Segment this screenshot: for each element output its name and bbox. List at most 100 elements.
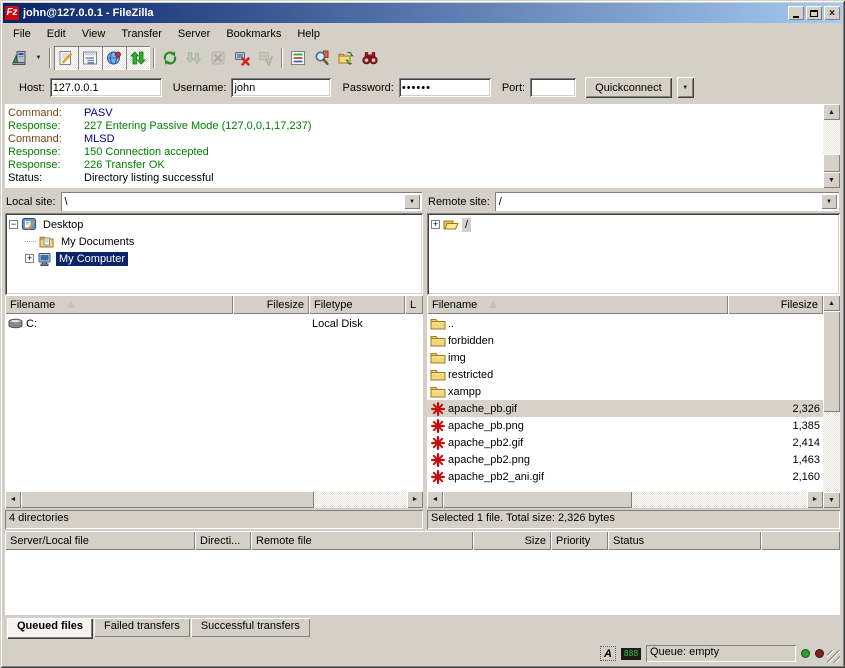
file-row-item[interactable]: .. xyxy=(427,315,823,332)
message-log-scrollbar[interactable]: ▲ ▼ xyxy=(823,104,840,188)
title-bar[interactable]: Fz john@127.0.0.1 - FileZilla × xyxy=(3,3,842,23)
scroll-up-button[interactable]: ▲ xyxy=(823,295,840,311)
close-button[interactable]: × xyxy=(824,6,840,20)
column-header-filesize[interactable]: Filesize xyxy=(233,295,309,314)
tab-failed-transfers[interactable]: Failed transfers xyxy=(94,618,190,637)
speed-limit-indicator[interactable]: 888 xyxy=(621,648,641,660)
remote-list-hscrollbar[interactable]: ◄ ► xyxy=(427,491,823,508)
column-header-filename[interactable]: Filename xyxy=(5,295,233,314)
column-header-priority[interactable]: Priority xyxy=(551,531,608,550)
column-header-directi[interactable]: Directi... xyxy=(195,531,251,550)
scrollbar-thumb[interactable] xyxy=(443,491,632,508)
file-row-restricted[interactable]: restricted xyxy=(427,366,823,383)
scroll-left-button[interactable]: ◄ xyxy=(5,491,21,508)
reconnect-button[interactable] xyxy=(254,46,278,70)
refresh-button[interactable] xyxy=(158,46,182,70)
column-header-filetype[interactable]: Filetype xyxy=(309,295,405,314)
toggle-remote-tree-button[interactable] xyxy=(102,46,126,70)
find-files-button[interactable] xyxy=(358,46,382,70)
quickconnect-button[interactable]: Quickconnect xyxy=(585,77,672,98)
column-header-remote-file[interactable]: Remote file xyxy=(251,531,473,550)
tab-successful-transfers[interactable]: Successful transfers xyxy=(191,618,310,637)
expand-icon[interactable]: + xyxy=(25,254,34,263)
menu-bookmarks[interactable]: Bookmarks xyxy=(218,25,289,43)
site-manager-button-dropdown[interactable]: ▼ xyxy=(31,46,46,70)
file-row-apache-pb-gif[interactable]: apache_pb.gif2,326 xyxy=(427,400,823,417)
menu-server[interactable]: Server xyxy=(170,25,218,43)
column-header-filename[interactable]: Filename xyxy=(427,295,728,314)
combo-dropdown-button[interactable]: ▼ xyxy=(404,194,420,209)
toggle-transfer-queue-button[interactable] xyxy=(126,46,150,70)
menu-view[interactable]: View xyxy=(74,25,114,43)
file-row-apache-pb-png[interactable]: apache_pb.png1,385 xyxy=(427,417,823,434)
my-computer-icon xyxy=(37,251,53,267)
column-header-size[interactable]: Size xyxy=(473,531,551,550)
file-row-forbidden[interactable]: forbidden xyxy=(427,332,823,349)
file-row-img[interactable]: img xyxy=(427,349,823,366)
column-header-filesize[interactable]: Filesize xyxy=(728,295,823,314)
tree-item-my-documents[interactable]: My Documents xyxy=(7,233,421,250)
password-input[interactable] xyxy=(399,78,491,97)
expand-icon[interactable]: + xyxy=(431,220,440,229)
synchronized-browsing-button[interactable] xyxy=(334,46,358,70)
tree-item-my-computer[interactable]: +My Computer xyxy=(7,250,421,267)
menu-transfer[interactable]: Transfer xyxy=(113,25,170,43)
column-header-server-local-file[interactable]: Server/Local file xyxy=(5,531,195,550)
host-input[interactable] xyxy=(50,78,162,97)
cell-filesize: 2,160 xyxy=(728,471,823,483)
directory-listing-button[interactable] xyxy=(286,46,310,70)
resize-grip[interactable] xyxy=(827,650,840,663)
combo-dropdown-button[interactable]: ▼ xyxy=(821,194,837,209)
menu-edit[interactable]: Edit xyxy=(39,25,74,43)
port-input[interactable] xyxy=(530,78,576,97)
local-site-combobox[interactable]: \ ▼ xyxy=(61,192,422,211)
file-search-button[interactable] xyxy=(310,46,334,70)
column-header-status[interactable]: Status xyxy=(608,531,761,550)
scrollbar-thumb[interactable] xyxy=(823,311,840,412)
scrollbar-thumb[interactable] xyxy=(823,154,840,172)
scrollbar-thumb[interactable] xyxy=(21,491,314,508)
remote-list-vscrollbar[interactable]: ▲ ▼ xyxy=(823,295,840,508)
site-manager-button[interactable] xyxy=(7,46,31,70)
scroll-down-button[interactable]: ▼ xyxy=(823,492,840,508)
transfer-type-indicator[interactable]: A xyxy=(600,646,616,661)
scroll-left-button[interactable]: ◄ xyxy=(427,491,443,508)
local-list-hscrollbar[interactable]: ◄ ► xyxy=(5,491,423,508)
maximize-button[interactable] xyxy=(806,6,822,20)
minimize-button[interactable] xyxy=(788,6,804,20)
toggle-local-tree-button[interactable] xyxy=(78,46,102,70)
activity-led-red xyxy=(815,649,824,658)
scrollbar-track[interactable] xyxy=(823,120,840,172)
remote-site-combobox[interactable]: / ▼ xyxy=(495,192,839,211)
file-row-apache-pb2-png[interactable]: apache_pb2.png1,463 xyxy=(427,451,823,468)
maximize-icon xyxy=(810,10,818,17)
disconnect-button[interactable] xyxy=(230,46,254,70)
scroll-right-button[interactable]: ► xyxy=(807,491,823,508)
tree-item-desktop[interactable]: −Desktop xyxy=(7,216,421,233)
scrollbar-track[interactable] xyxy=(823,311,840,492)
tree-item-item[interactable]: +/ xyxy=(429,216,838,233)
username-input[interactable] xyxy=(231,78,331,97)
collapse-icon[interactable]: − xyxy=(9,220,18,229)
process-queue-button[interactable] xyxy=(182,46,206,70)
toggle-message-log-button[interactable] xyxy=(54,46,78,70)
column-header-l[interactable]: L xyxy=(405,295,423,314)
file-row-xampp[interactable]: xampp xyxy=(427,383,823,400)
quickconnect-dropdown-button[interactable]: ▼ xyxy=(677,77,694,98)
scrollbar-track[interactable] xyxy=(443,491,807,508)
column-header-item[interactable] xyxy=(761,531,840,550)
tab-queued-files[interactable]: Queued files xyxy=(7,618,93,639)
image-file-icon xyxy=(430,418,446,434)
queue-body xyxy=(5,550,840,615)
menu-help[interactable]: Help xyxy=(289,25,328,43)
file-row-c[interactable]: C:Local Disk xyxy=(5,315,423,332)
scroll-down-button[interactable]: ▼ xyxy=(823,172,840,188)
toolbar-separator xyxy=(49,48,51,68)
scroll-right-button[interactable]: ► xyxy=(407,491,423,508)
scroll-up-button[interactable]: ▲ xyxy=(823,104,840,120)
menu-file[interactable]: File xyxy=(5,25,39,43)
file-row-apache-pb2-ani-gif[interactable]: apache_pb2_ani.gif2,160 xyxy=(427,468,823,485)
cancel-operation-button[interactable] xyxy=(206,46,230,70)
scrollbar-track[interactable] xyxy=(21,491,407,508)
file-row-apache-pb2-gif[interactable]: apache_pb2.gif2,414 xyxy=(427,434,823,451)
